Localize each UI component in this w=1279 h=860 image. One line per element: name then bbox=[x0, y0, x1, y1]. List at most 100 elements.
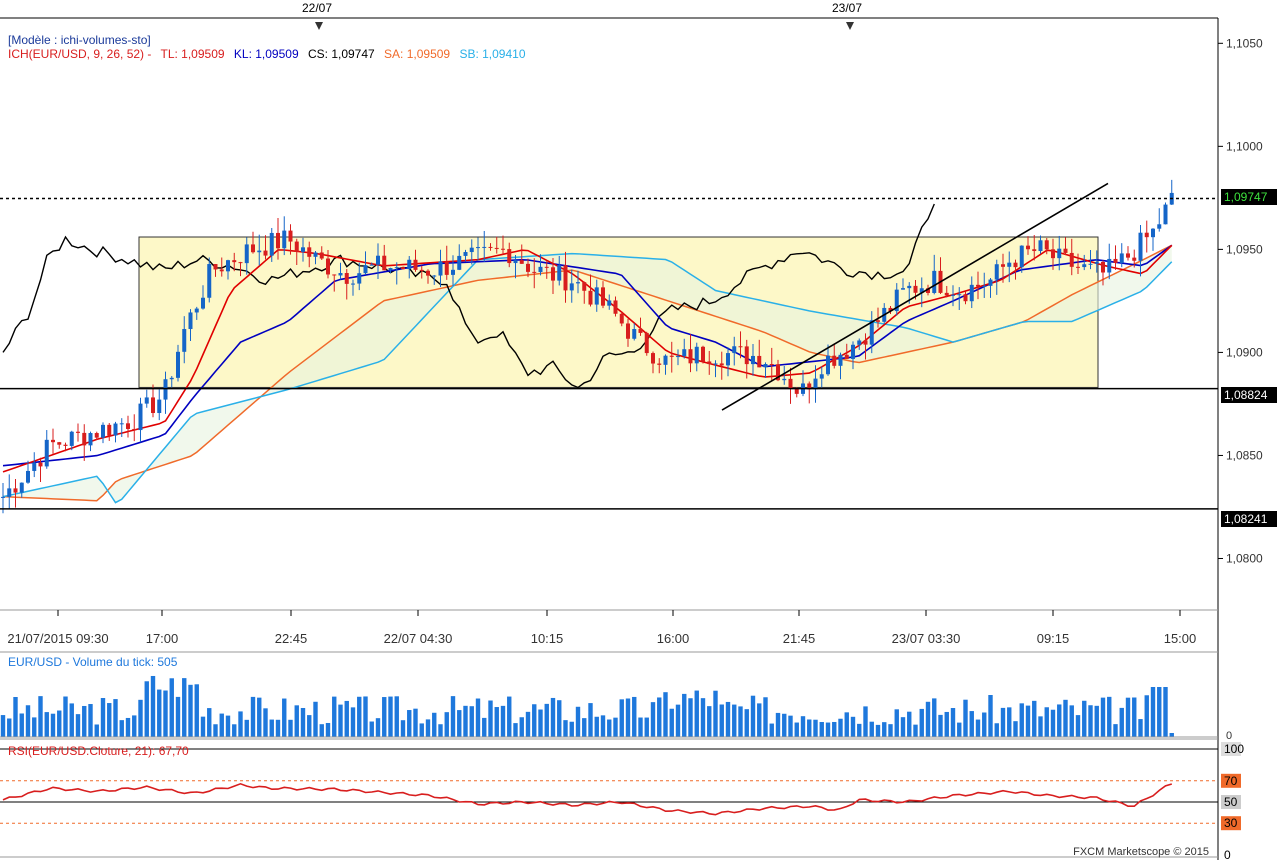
candle-body bbox=[363, 265, 368, 274]
price-chart[interactable]: 1,1050 1,1000 1,0950 1,0900 1,0850 1,0800 21/0… bbox=[0, 0, 1279, 860]
candle-body bbox=[107, 424, 112, 436]
volume-bar bbox=[638, 717, 643, 737]
volume-bar bbox=[919, 708, 924, 737]
volume-bar bbox=[982, 712, 987, 737]
candle-body bbox=[476, 247, 480, 249]
tl-value: TL: 1,09509 bbox=[160, 47, 225, 61]
volume-bar bbox=[744, 709, 749, 737]
volume-bar bbox=[94, 724, 99, 737]
volume-bar bbox=[813, 719, 818, 737]
candle-body bbox=[213, 264, 218, 270]
candle-body bbox=[419, 269, 424, 271]
volume-bar bbox=[1063, 699, 1068, 737]
volume-zero-label: 0 bbox=[1226, 730, 1233, 742]
candle-body bbox=[182, 329, 187, 352]
candle-body bbox=[1007, 262, 1012, 267]
volume-bar bbox=[613, 717, 618, 737]
volume-bar bbox=[219, 713, 224, 737]
candle-body bbox=[282, 230, 287, 249]
current-price-tag: 1,09747 bbox=[1221, 189, 1277, 205]
rsi-tick-label: 100 bbox=[1224, 742, 1244, 756]
volume-bar bbox=[1019, 703, 1024, 737]
y-tick-label: 1,0800 bbox=[1226, 551, 1263, 565]
candle-body bbox=[657, 363, 662, 365]
candle-body bbox=[451, 269, 455, 275]
candle-body bbox=[194, 308, 199, 313]
volume-bar bbox=[513, 723, 518, 737]
candle-body bbox=[144, 397, 149, 404]
candle-body bbox=[757, 355, 762, 368]
volume-bar bbox=[194, 684, 199, 737]
x-tick-label: 22:45 bbox=[275, 631, 308, 646]
volume-bar bbox=[644, 717, 649, 737]
volume-bar bbox=[832, 721, 837, 737]
candle-body bbox=[151, 397, 155, 414]
candle-body bbox=[976, 284, 980, 287]
candle-body bbox=[738, 346, 743, 348]
candle-body bbox=[1057, 248, 1062, 259]
candle-body bbox=[1094, 262, 1099, 264]
rsi-tick-label: 70 bbox=[1224, 774, 1238, 788]
volume-bar bbox=[675, 704, 681, 737]
candle-body bbox=[876, 320, 880, 322]
candle-body bbox=[269, 232, 274, 256]
volume-bar bbox=[1013, 721, 1018, 737]
candle-body bbox=[1144, 232, 1149, 238]
candle-body bbox=[426, 270, 430, 276]
volume-bar bbox=[719, 704, 724, 737]
volume-bar bbox=[63, 696, 68, 737]
candle-body bbox=[638, 329, 643, 333]
volume-bar bbox=[44, 712, 49, 737]
candle-body bbox=[207, 264, 212, 298]
volume-bar bbox=[182, 678, 187, 737]
volume-bar bbox=[782, 713, 787, 737]
candle-body bbox=[13, 488, 18, 493]
volume-bar bbox=[450, 696, 456, 737]
volume-bar bbox=[232, 724, 237, 737]
volume-bar bbox=[175, 696, 181, 737]
volume-bar bbox=[844, 712, 849, 737]
candle-body bbox=[519, 260, 524, 264]
volume-bar bbox=[282, 698, 287, 737]
volume-bar bbox=[1057, 704, 1062, 737]
candle-body bbox=[682, 349, 687, 357]
volume-bar bbox=[269, 719, 274, 737]
volume-bar bbox=[538, 709, 543, 737]
x-tick-label: 23/07 03:30 bbox=[892, 631, 961, 646]
volume-bar bbox=[419, 723, 424, 737]
volume-bar bbox=[819, 722, 824, 737]
y-tick-label: 1,0950 bbox=[1226, 242, 1263, 256]
volume-bar bbox=[1107, 696, 1112, 737]
candle-body bbox=[307, 247, 312, 257]
volume-bar bbox=[407, 710, 412, 737]
candle-body bbox=[782, 378, 787, 381]
volume-bar bbox=[375, 718, 381, 737]
candle-body bbox=[444, 261, 449, 275]
volume-bar bbox=[38, 696, 43, 737]
volume-bar bbox=[463, 705, 468, 737]
candle-body bbox=[1101, 262, 1105, 273]
volume-bar bbox=[257, 697, 262, 737]
candle-body bbox=[532, 271, 537, 273]
candle-body bbox=[1038, 240, 1043, 252]
volume-bar bbox=[107, 703, 112, 737]
candle-body bbox=[832, 355, 837, 366]
kl-value: KL: 1,09509 bbox=[233, 47, 299, 61]
volume-bar bbox=[19, 713, 24, 737]
volume-bar bbox=[1138, 719, 1143, 737]
candle-body bbox=[388, 268, 393, 271]
volume-bar bbox=[338, 704, 343, 737]
volume-bar bbox=[738, 706, 743, 737]
candle-body bbox=[169, 377, 174, 380]
chart-stage: 1,1050 1,1000 1,0950 1,0900 1,0850 1,0800 21/0… bbox=[0, 0, 1279, 860]
candle-body bbox=[744, 346, 749, 365]
candle-body bbox=[407, 259, 412, 270]
candle-body bbox=[138, 403, 143, 431]
volume-bar bbox=[238, 711, 243, 737]
volume-bar bbox=[213, 724, 218, 737]
candle-body bbox=[69, 431, 74, 446]
volume-bar bbox=[925, 701, 931, 737]
volume-bar bbox=[244, 719, 249, 737]
volume-bar bbox=[294, 705, 299, 737]
candle-body bbox=[44, 439, 49, 467]
